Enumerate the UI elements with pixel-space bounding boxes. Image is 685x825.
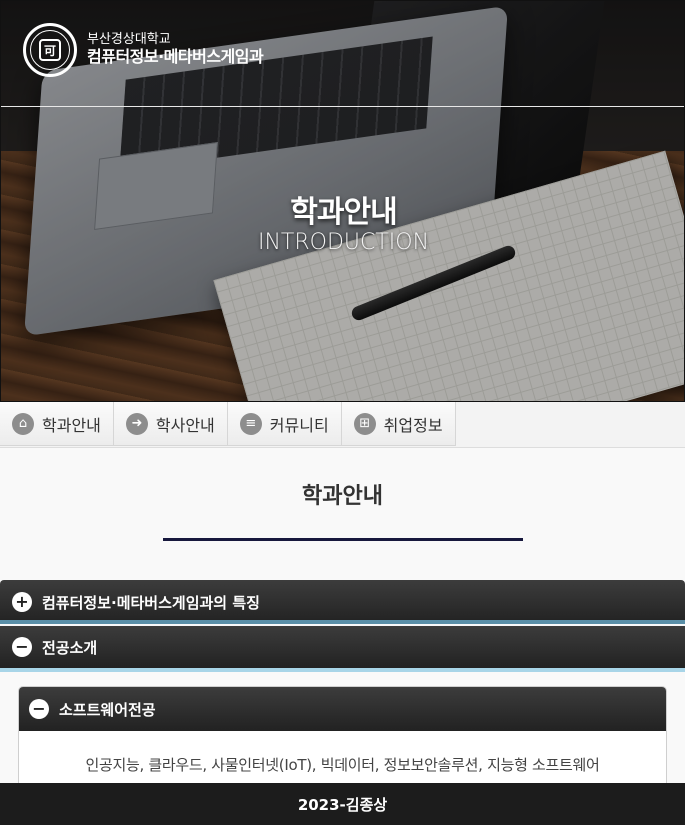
nav-item-label: 학과안내 — [42, 415, 101, 435]
footer-text: 2023-김종상 — [297, 795, 388, 814]
nav-item-label: 커뮤니티 — [269, 415, 329, 435]
footer: 2023-김종상 — [0, 783, 685, 825]
nav-item-academic[interactable]: ➜ 학사안내 — [113, 402, 228, 446]
arrow-right-icon: ➜ — [125, 412, 148, 435]
university-name: 부산경상대학교 — [87, 32, 171, 48]
page-title: 학과안내 — [302, 484, 383, 509]
nav-item-community[interactable]: ≡ 커뮤니티 — [227, 402, 342, 446]
nav-item-label: 학사안내 — [155, 415, 215, 435]
home-icon: ⌂ — [12, 412, 34, 435]
main-nav: ⌂ 학과안내 ➜ 학사안내 ≡ 커뮤니티 ⊞ 취업정보 — [0, 402, 685, 448]
accordion-majors-header[interactable]: − 전공소개 — [0, 626, 685, 672]
menu-icon: ≡ — [239, 412, 262, 435]
hero-banner: 可 부산경상대학교 컴퓨터정보·메타버스게임과 학과안내 INTRODUCTIO… — [0, 0, 685, 402]
header-divider — [1, 106, 684, 107]
software-major-header[interactable]: − 소프트웨어전공 — [19, 687, 666, 731]
hero-title: 학과안내 — [290, 195, 397, 230]
accordion-title: 전공소개 — [42, 638, 98, 657]
minus-icon: − — [12, 637, 32, 657]
grid-icon: ⊞ — [353, 412, 376, 435]
nav-item-intro[interactable]: ⌂ 학과안내 — [0, 402, 114, 446]
site-logo[interactable]: 可 부산경상대학교 컴퓨터정보·메타버스게임과 — [23, 23, 264, 77]
hero-subtitle: INTRODUCTION — [257, 230, 430, 255]
plus-icon: + — [12, 592, 32, 612]
title-underline — [163, 538, 523, 541]
department-name: 컴퓨터정보·메타버스게임과 — [87, 47, 264, 67]
main-content: 학과안내 + 컴퓨터정보·메타버스게임과의 특징 − 전공소개 − 소프트웨어전… — [0, 448, 685, 806]
university-seal-icon: 可 — [23, 23, 77, 77]
nav-item-label: 취업정보 — [383, 415, 443, 435]
nav-item-jobs[interactable]: ⊞ 취업정보 — [341, 402, 456, 446]
accordion-features-header[interactable]: + 컴퓨터정보·메타버스게임과의 특징 — [0, 580, 685, 624]
sub-panel-title: 소프트웨어전공 — [59, 700, 156, 719]
minus-icon: − — [29, 699, 49, 719]
accordion-title: 컴퓨터정보·메타버스게임과의 특징 — [42, 593, 260, 612]
